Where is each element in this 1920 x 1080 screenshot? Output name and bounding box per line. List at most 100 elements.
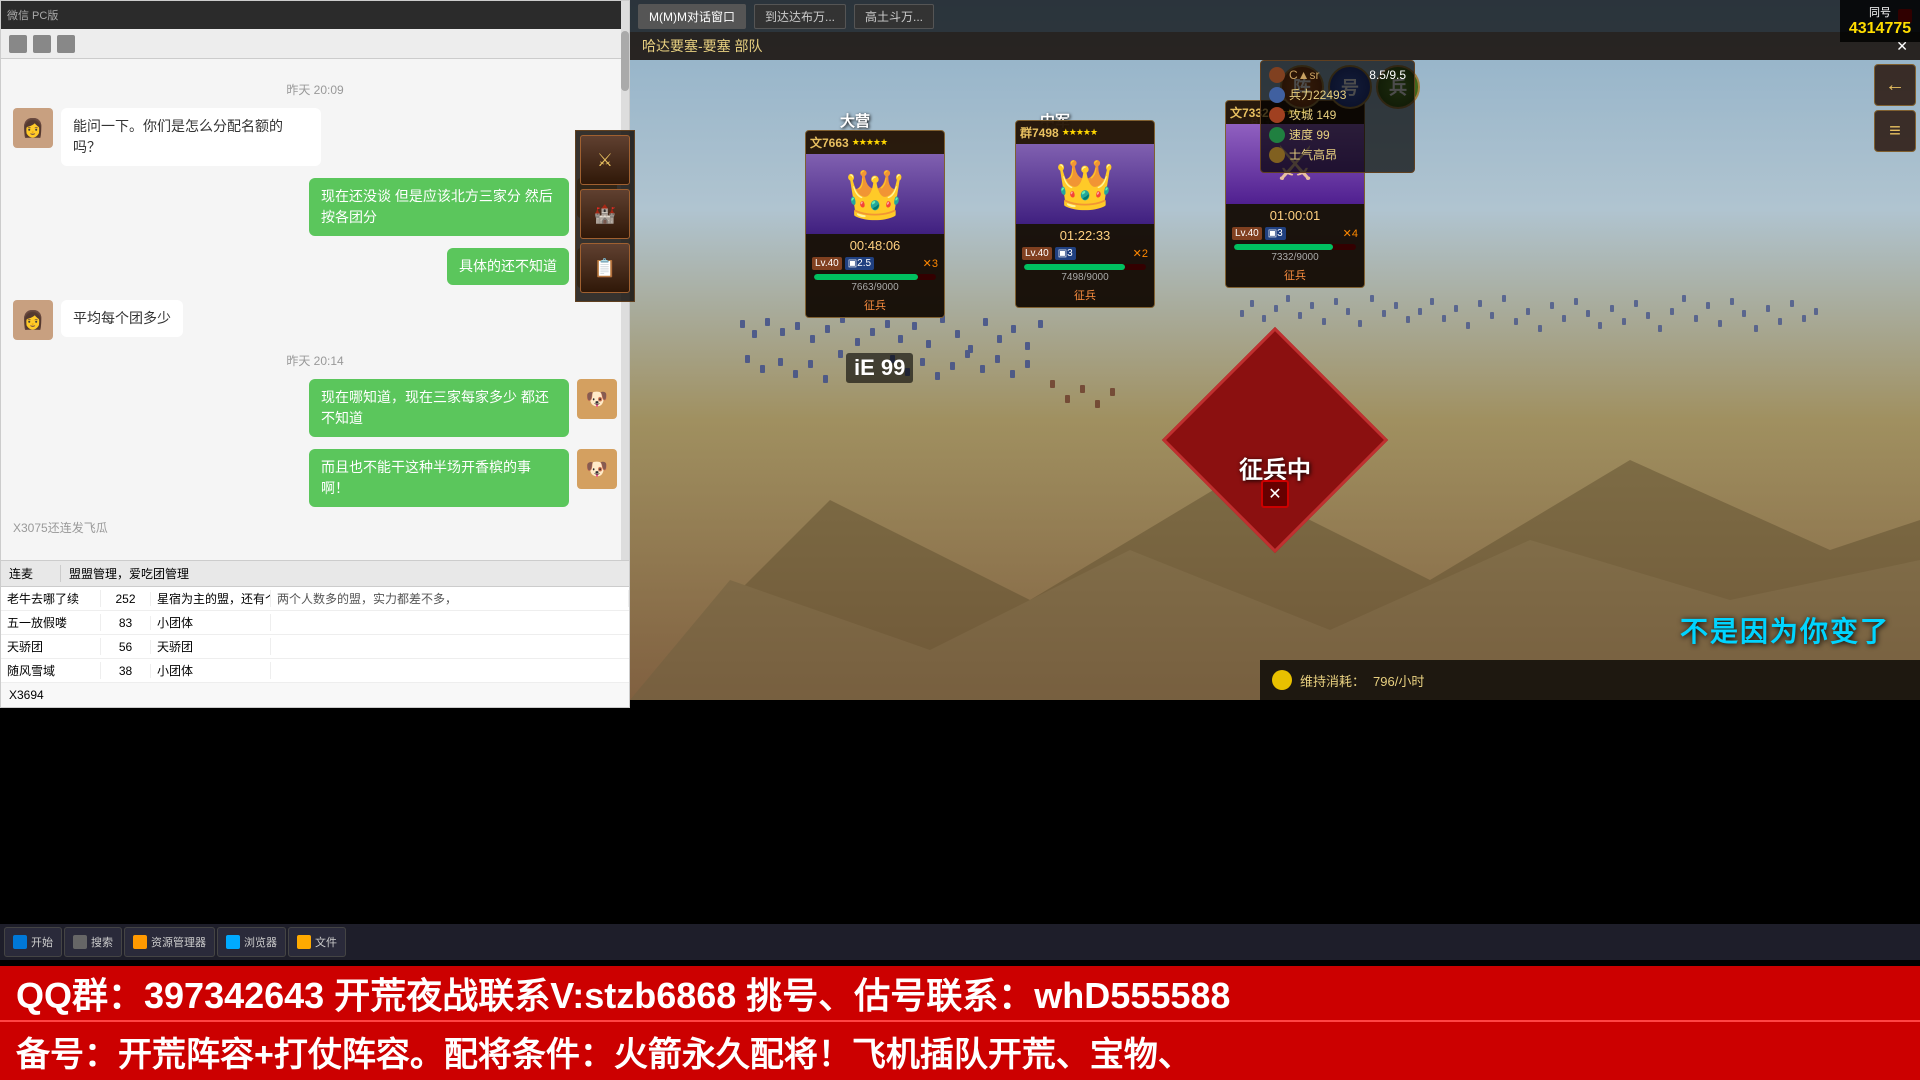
game-bottom-bar: 维持消耗： 796/小时 阵容录 » 部队阵容 » xyxy=(1260,660,1920,700)
taskbar-explorer-label: 资源管理器 xyxy=(151,934,206,950)
uc-extra-1: ✕3 xyxy=(923,257,938,270)
game-tab-2[interactable]: 到达达布万... xyxy=(754,4,846,29)
taskbar-search[interactable]: 搜索 xyxy=(64,927,122,957)
table-label-lianmai: 连麦 xyxy=(1,565,61,582)
taskbar-start-label: 开始 xyxy=(31,934,53,950)
game-panel: M(M)M对话窗口 到达达布万... 高土斗万... 哈达要塞-要塞 部队 ✕ … xyxy=(630,0,1920,700)
chat-scroll-thumb[interactable] xyxy=(621,31,629,91)
game-tab-1[interactable]: M(M)M对话窗口 xyxy=(638,4,746,29)
ticker-content-1: QQ群：397342643 开荒夜战联系V:stzb6868 挑号、估号联系：w… xyxy=(16,975,1230,1016)
cs-bingli-icon xyxy=(1269,87,1285,103)
table-cell-num-4: 38 xyxy=(101,664,151,678)
uc-hp-bar-3 xyxy=(1234,244,1356,250)
uc-lv-3: Lv.40 xyxy=(1232,227,1262,240)
cs-sr-label: C▲sr xyxy=(1289,68,1320,82)
chat-tool-icon-1[interactable] xyxy=(9,35,27,53)
taskbar-explorer-icon xyxy=(133,935,147,949)
sp-btn-2[interactable]: 🏰 xyxy=(580,189,630,239)
uc-hp-text-3: 7332/9000 xyxy=(1230,252,1360,263)
taskbar-browser-icon xyxy=(226,935,240,949)
sp-btn-1[interactable]: ⚔ xyxy=(580,135,630,185)
chat-msg-row-4: 👩 平均每个团多少 xyxy=(13,300,617,340)
chat-tool-icon-2[interactable] xyxy=(33,35,51,53)
uc-bottom-2: 01:22:33 Lv.40 ▣3 ✕2 7498/9000 征兵 xyxy=(1016,224,1154,307)
cs-gongji-icon xyxy=(1269,107,1285,123)
table-cell-name-4: 随风雪域 xyxy=(1,662,101,679)
uc-hp-bar-2 xyxy=(1024,264,1146,270)
game-window-title: 哈达要塞-要塞 部队 ✕ xyxy=(630,32,1920,60)
table-cell-guild-2: 小团体 xyxy=(151,614,271,631)
taskbar-files-icon xyxy=(297,935,311,949)
ie-badge: iE 99 xyxy=(846,353,913,383)
table-cell-name-3: 天骄团 xyxy=(1,638,101,655)
table-row: 天骄团 56 天骄团 xyxy=(1,635,629,659)
cs-speed-icon xyxy=(1269,127,1285,143)
gbb-cost-label: 维持消耗： xyxy=(1300,671,1365,690)
uc-hp-text-1: 7663/9000 xyxy=(810,282,940,293)
ticker-bar-2: 备号：开荒阵容+打仗阵容。配将条件：火箭永久配将！飞机插队开荒、宝物、 xyxy=(0,1020,1920,1080)
uc-bottom-1: 00:48:06 Lv.40 ▣2.5 ✕3 7663/9000 征兵 xyxy=(806,234,944,317)
taskbar-explorer[interactable]: 资源管理器 xyxy=(124,927,215,957)
table-cell-guild-1: 星宿为主的盟，还有个北宫团 xyxy=(151,590,271,607)
uc-timer-2: 01:22:33 xyxy=(1020,226,1150,245)
nav-btn-menu[interactable]: ≡ xyxy=(1874,110,1916,152)
chat-bubble-1: 能问一下。你们是怎么分配名额的吗？ xyxy=(61,108,321,166)
uc-level-row-3: Lv.40 ▣3 ✕4 xyxy=(1230,225,1360,242)
unit-card-1: 文7663 ★★★★★ 👑 00:48:06 Lv.40 ▣2.5 ✕3 766… xyxy=(805,130,945,318)
uc-portrait-2: 👑 xyxy=(1016,144,1154,224)
uc-hp-fill-1 xyxy=(814,274,918,280)
score-label: 同号 xyxy=(1844,4,1916,20)
uc-hp-bar-1 xyxy=(814,274,936,280)
table-cell-guild-4: 小团体 xyxy=(151,662,271,679)
nav-btn-back[interactable]: ← xyxy=(1874,64,1916,106)
chat-tool-icon-3[interactable] xyxy=(57,35,75,53)
game-titlebar: M(M)M对话窗口 到达达布万... 高土斗万... xyxy=(630,0,1920,32)
uc-id-2: 群7498 xyxy=(1020,124,1059,141)
taskbar-browser[interactable]: 浏览器 xyxy=(217,927,286,957)
table-cell-guild-3: 天骄团 xyxy=(151,638,271,655)
sp-btn-3[interactable]: 📋 xyxy=(580,243,630,293)
uc-level-row-2: Lv.40 ▣3 ✕2 xyxy=(1020,245,1150,262)
uc-level-row-1: Lv.40 ▣2.5 ✕3 xyxy=(810,255,940,272)
avatar-other-4: 👩 xyxy=(13,300,53,340)
cs-speed-text: 速度 99 xyxy=(1289,126,1330,143)
ticker-content-2: 备号：开荒阵容+打仗阵容。配将条件：火箭永久配将！飞机插队开荒、宝物、 xyxy=(16,1036,1192,1074)
uc-stars-1: ★★★★★ xyxy=(852,137,887,148)
game-tab-3[interactable]: 高土斗万... xyxy=(854,4,934,29)
uc-top-1: 文7663 ★★★★★ xyxy=(806,131,944,154)
gbb-gold-icon xyxy=(1272,670,1292,690)
combat-stats-panel: C▲sr 8.5/9.5 兵力22493 攻城 149 速度 99 士气高昂 xyxy=(1260,60,1415,173)
taskbar-files[interactable]: 文件 xyxy=(288,927,346,957)
chat-msg-row-7: X3075还连发飞瓜 xyxy=(13,519,617,536)
uc-zhengbing-1: 征兵 xyxy=(810,295,940,315)
avatar-self-6: 🐶 xyxy=(577,449,617,489)
chat-bubble-4: 平均每个团多少 xyxy=(61,300,183,337)
zhengbing-close-btn[interactable]: ✕ xyxy=(1261,480,1289,508)
cs-gongji-text: 攻城 149 xyxy=(1289,106,1336,123)
side-panel: ⚔ 🏰 📋 xyxy=(575,130,635,302)
chat-msg-row-5: 🐶 现在哪知道，现在三家每家多少 都还不知道 xyxy=(13,379,617,437)
uc-extra-2: ✕2 xyxy=(1133,247,1148,260)
table-footer: X3694 xyxy=(1,683,629,707)
cs-bingli-text: 兵力22493 xyxy=(1289,86,1346,103)
ticker-text-2: 备号：开荒阵容+打仗阵容。配将条件：火箭永久配将！飞机插队开荒、宝物、 xyxy=(16,1027,1192,1076)
uc-tier-1: ▣2.5 xyxy=(845,257,874,270)
taskbar-files-label: 文件 xyxy=(315,934,337,950)
chat-topbar: 微信 PC版 xyxy=(1,1,629,29)
table-row: 随风雪域 38 小团体 xyxy=(1,659,629,683)
taskbar-start-icon xyxy=(13,935,27,949)
uc-stars-2: ★★★★★ xyxy=(1062,127,1097,138)
cs-row-morale: 士气高昂 xyxy=(1269,146,1406,163)
chat-bubble-5: 现在哪知道，现在三家每家多少 都还不知道 xyxy=(309,379,569,437)
taskbar-start[interactable]: 开始 xyxy=(4,927,62,957)
taskbar: 开始 搜索 资源管理器 浏览器 文件 xyxy=(0,924,1920,960)
uc-timer-3: 01:00:01 xyxy=(1230,206,1360,225)
cs-morale-text: 士气高昂 xyxy=(1289,146,1337,163)
chat-msg-row-6: 🐶 而且也不能干这种半场开香槟的事啊！ xyxy=(13,449,617,507)
chat-timestamp-1: 昨天 20:09 xyxy=(13,81,617,98)
game-subtitle: 不是因为你变了 xyxy=(1680,610,1890,650)
chat-bubble-2: 现在还没谈 但是应该北方三家分 然后按各团分 xyxy=(309,178,569,236)
ticker-text-1: QQ群：397342643 开荒夜战联系V:stzb6868 挑号、估号联系：w… xyxy=(16,967,1230,1019)
taskbar-search-icon xyxy=(73,935,87,949)
uc-id-1: 文7663 xyxy=(810,134,849,151)
